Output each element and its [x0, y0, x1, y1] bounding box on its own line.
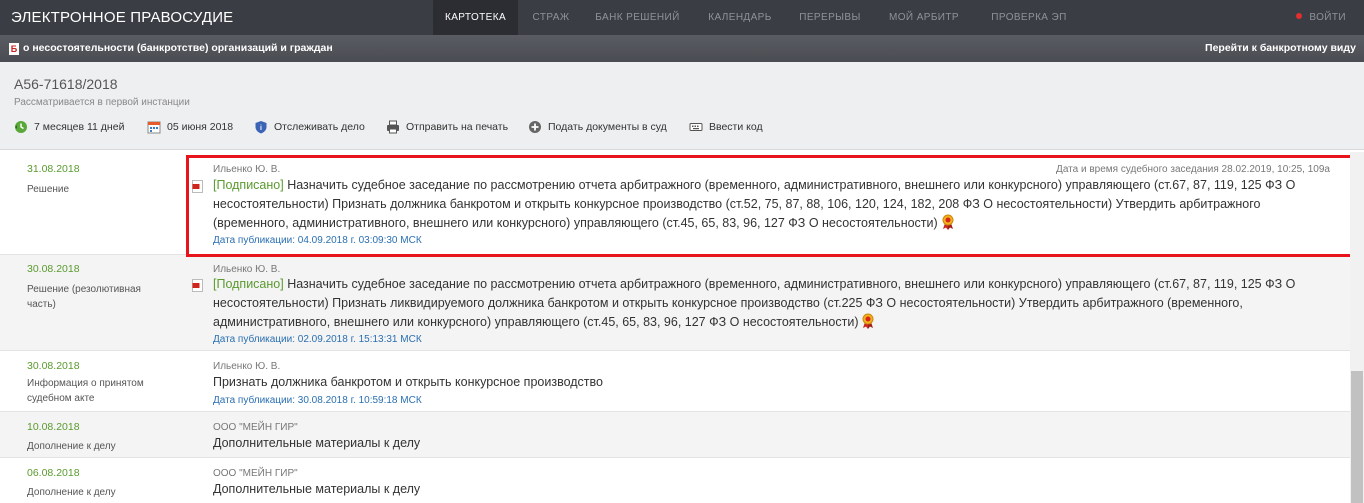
pdf-icon[interactable] — [192, 279, 203, 292]
login-label: ВОЙТИ — [1309, 12, 1346, 23]
track-case-label: Отслеживать дело — [274, 121, 365, 133]
row-document-link[interactable]: Дополнительные материалы к делу — [213, 480, 1333, 499]
nav-kartoteka[interactable]: КАРТОТЕКА — [433, 0, 518, 35]
shield-icon: i — [255, 121, 267, 134]
nav-pereryvy[interactable]: ПЕРЕРЫВЫ — [792, 0, 868, 35]
svg-text:i: i — [260, 125, 262, 132]
date-label: 05 июня 2018 — [167, 121, 234, 133]
row-document-link[interactable]: [Подписано] Назначить судебное заседание… — [213, 275, 1333, 332]
duration-label: 7 месяцев 11 дней — [34, 121, 125, 133]
clock-back-icon — [15, 121, 27, 134]
row-document-link[interactable]: Признать должника банкротом и открыть ко… — [213, 373, 1333, 392]
printer-icon — [387, 120, 399, 134]
case-number: А56-71618/2018 — [14, 76, 118, 92]
row-date: 31.08.2018 — [27, 163, 80, 175]
digital-signature-icon[interactable] — [861, 313, 875, 329]
bankruptcy-bar: Б о несостоятельности (банкротстве) орга… — [0, 35, 1364, 62]
nav-proverka-ep[interactable]: ПРОВЕРКА ЭП — [982, 0, 1076, 35]
nav-moy-arbitr[interactable]: МОЙ АРБИТР — [882, 0, 966, 35]
row-text: Назначить судебное заседание по рассмотр… — [213, 277, 1296, 329]
date-item: 05 июня 2018 — [147, 120, 233, 136]
row-judge: ООО "МЕЙН ГИР" — [213, 422, 298, 433]
row-judge: Ильенко Ю. В. — [213, 361, 281, 372]
row-date: 30.08.2018 — [27, 263, 80, 275]
login-dot-icon — [1296, 13, 1303, 19]
calendar-icon — [147, 121, 161, 134]
login-link[interactable]: ВОЙТИ — [1296, 0, 1346, 35]
duration-item: 7 месяцев 11 дней — [14, 120, 124, 136]
table-row: 30.08.2018 Информация о принятом судебно… — [0, 351, 1350, 412]
row-document-link[interactable]: Дополнительные материалы к делу — [213, 434, 1333, 453]
submit-documents-button[interactable]: Подать документы в суд — [528, 120, 667, 136]
row-type: Информация о принятом судебном акте — [27, 378, 144, 404]
scrollbar-thumb[interactable] — [1351, 371, 1363, 503]
nav-bank-resheniy[interactable]: БАНК РЕШЕНИЙ — [590, 0, 685, 35]
highlight-box — [186, 155, 1356, 257]
case-status: Рассматривается в первой инстанции — [14, 97, 190, 108]
row-publication-date: Дата публикации: 30.08.2018 г. 10:59:18 … — [213, 395, 422, 406]
row-type: Решение — [27, 184, 70, 195]
row-judge: ООО "МЕЙН ГИР" — [213, 468, 298, 479]
submit-documents-label: Подать документы в суд — [548, 121, 667, 133]
plus-circle-icon — [529, 121, 541, 134]
track-case-button[interactable]: i Отслеживать дело — [254, 120, 365, 136]
keyboard-icon — [689, 123, 703, 132]
print-button[interactable]: Отправить на печать — [386, 120, 508, 136]
row-type: Дополнение к делу — [27, 487, 116, 498]
row-type: Дополнение к делу — [27, 441, 116, 452]
print-label: Отправить на печать — [406, 121, 509, 133]
row-type: Решение (резолютивная часть) — [27, 284, 141, 310]
row-date: 06.08.2018 — [27, 467, 80, 479]
top-nav: ЭЛЕКТРОННОЕ ПРАВОСУДИЕ КАРТОТЕКА СТРАЖ Б… — [0, 0, 1364, 35]
bankruptcy-badge-icon: Б — [9, 43, 19, 55]
table-row: 06.08.2018 Дополнение к делу ООО "МЕЙН Г… — [0, 458, 1350, 503]
table-row: 10.08.2018 Дополнение к делу ООО "МЕЙН Г… — [0, 412, 1350, 458]
brand-logo[interactable]: ЭЛЕКТРОННОЕ ПРАВОСУДИЕ — [11, 9, 233, 26]
nav-strazh[interactable]: СТРАЖ — [522, 0, 580, 35]
case-header: А56-71618/2018 Рассматривается в первой … — [0, 62, 1364, 150]
bankruptcy-view-link[interactable]: Перейти к банкротному виду — [1205, 42, 1356, 54]
signed-label: [Подписано] — [213, 277, 284, 291]
row-judge: Ильенко Ю. В. — [213, 264, 281, 275]
enter-code-label: Ввести код — [709, 121, 763, 133]
bankruptcy-title: о несостоятельности (банкротстве) органи… — [23, 42, 333, 54]
row-date: 10.08.2018 — [27, 421, 80, 433]
nav-calendar[interactable]: КАЛЕНДАРЬ — [702, 0, 778, 35]
enter-code-button[interactable]: Ввести код — [689, 120, 763, 136]
table-row: 30.08.2018 Решение (резолютивная часть) … — [0, 255, 1350, 351]
row-publication-date: Дата публикации: 02.09.2018 г. 15:13:31 … — [213, 334, 422, 345]
row-date: 30.08.2018 — [27, 360, 80, 372]
